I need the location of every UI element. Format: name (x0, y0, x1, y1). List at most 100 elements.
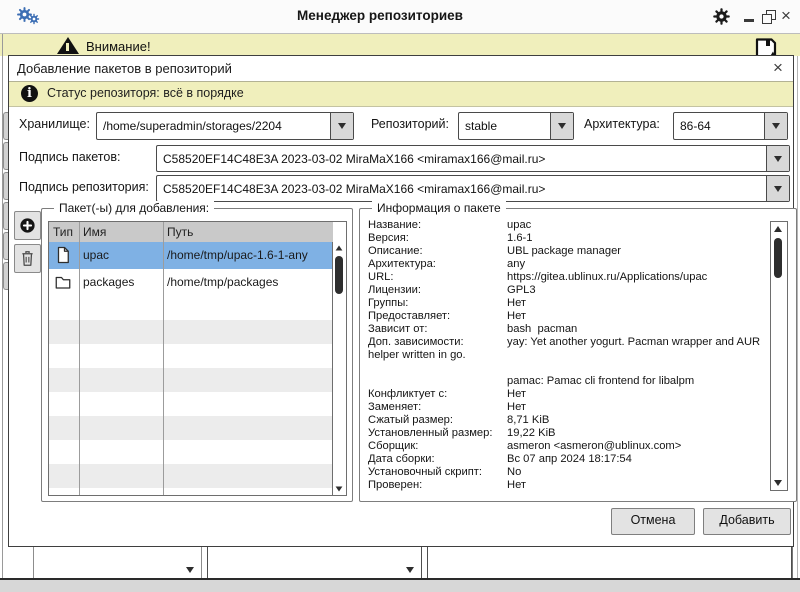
package-path: /home/tmp/upac-1.6-1-any (167, 248, 308, 262)
package-name: packages (83, 275, 134, 289)
info-label: URL: (368, 271, 394, 283)
packages-table-scrollbar[interactable] (332, 242, 346, 495)
packages-group-title: Пакет(-ы) для добавления: (54, 201, 214, 215)
architecture-value: 86-64 (680, 119, 711, 133)
repository-sign-value: C58520EF14C48E3A 2023-03-02 MiraMaX166 <… (163, 182, 545, 196)
info-row: pamac: Pamac cli frontend for libalpm (360, 375, 770, 388)
window-titlebar: Менеджер репозиториев × (0, 0, 800, 34)
chevron-down-icon (772, 123, 780, 129)
info-row: URL: https://gitea.ublinux.ru/Application… (360, 271, 770, 284)
table-row[interactable]: upac/home/tmp/upac-1.6-1-any (49, 242, 333, 269)
info-row: Группы:Нет (360, 297, 770, 310)
add-packages-dialog: Добавление пакетов в репозиторий × i Ста… (8, 55, 794, 547)
minimize-icon[interactable] (744, 19, 754, 22)
storage-combobox[interactable]: /home/superadmin/storages/2204 (96, 112, 354, 140)
info-row: Заменяет:Нет (360, 401, 770, 414)
packages-sign-dropdown-button[interactable] (766, 146, 789, 171)
add-button[interactable]: Добавить (703, 508, 791, 535)
packages-groupbox: Пакет(-ы) для добавления: Тип Имя Путь u… (41, 208, 353, 502)
info-value: No (507, 466, 521, 478)
info-value: Вс 07 апр 2024 18:17:54 (507, 453, 632, 465)
info-row: Лицензии: GPL3 (360, 284, 770, 297)
background-combobox-1[interactable] (33, 543, 202, 579)
architecture-label: Архитектура: (584, 117, 660, 131)
remove-package-button[interactable] (14, 244, 41, 273)
info-label: Сборщик: (368, 440, 418, 452)
status-text: Статус репозиторя: всё в порядке (47, 86, 244, 100)
cancel-button[interactable]: Отмена (611, 508, 695, 535)
packages-sign-value: C58520EF14C48E3A 2023-03-02 MiraMaX166 <… (163, 152, 545, 166)
info-row: Проверен:Нет (360, 479, 770, 492)
architecture-combobox[interactable]: 86-64 (673, 112, 788, 140)
background-combobox-2[interactable] (207, 543, 422, 579)
folder-icon (54, 273, 72, 291)
info-label: helper written in go. (368, 349, 466, 361)
info-label: Версия: (368, 232, 409, 244)
info-row: Доп. зависимости:yay: Yet another yogurt… (360, 336, 770, 349)
info-label: Лицензии: (368, 284, 421, 296)
dialog-close-icon[interactable]: × (769, 58, 787, 78)
add-package-button[interactable] (14, 211, 41, 240)
warning-triangle-bang (66, 43, 69, 51)
table-empty-rows (49, 296, 333, 495)
info-value: bash pacman (507, 323, 577, 335)
plus-icon (18, 216, 37, 235)
info-value: 8,71 KiB (507, 414, 549, 426)
window-close-icon[interactable]: × (781, 6, 791, 26)
scroll-up-icon[interactable] (336, 245, 343, 250)
info-value: https://gitea.ublinux.ru/Applications/up… (507, 271, 707, 283)
info-row: Конфликтует с: Нет (360, 388, 770, 401)
info-value: asmeron <asmeron@ublinux.com> (507, 440, 681, 452)
packages-sign-combobox[interactable]: C58520EF14C48E3A 2023-03-02 MiraMaX166 <… (156, 145, 790, 172)
settings-gear-icon[interactable] (712, 7, 731, 26)
repository-combobox[interactable]: stable (458, 112, 574, 140)
scroll-down-icon[interactable] (336, 486, 343, 491)
column-separator (163, 222, 164, 495)
info-row: Архитектура:any (360, 258, 770, 271)
packages-sign-label: Подпись пакетов: (19, 150, 120, 164)
info-value: upac (507, 219, 531, 231)
chevron-down-icon (338, 123, 346, 129)
restore-icon[interactable] (762, 14, 772, 24)
repository-dropdown-button[interactable] (550, 113, 573, 139)
info-row: Название: upac (360, 219, 770, 232)
scrollbar-thumb[interactable] (335, 256, 343, 294)
storage-dropdown-button[interactable] (330, 113, 353, 139)
package-info-scrollbar[interactable] (770, 221, 788, 491)
info-label: Название: (368, 219, 421, 231)
status-banner: i Статус репозиторя: всё в порядке (9, 81, 793, 107)
info-label: Описание: (368, 245, 423, 257)
table-row[interactable]: packages/home/tmp/packages (49, 269, 333, 296)
package-info-list: Название:upacВерсия:1.6-1Описание:UBL pa… (360, 209, 796, 501)
scroll-up-icon[interactable] (774, 226, 782, 232)
trash-icon (18, 249, 37, 268)
packages-table-header: Тип Имя Путь (49, 222, 333, 243)
info-value: Нет (507, 310, 526, 322)
info-row (360, 362, 770, 375)
window-right-border-outer (797, 56, 798, 578)
info-value: 19,22 KiB (507, 427, 556, 439)
info-label: Дата сборки: (368, 453, 435, 465)
scrollbar-thumb[interactable] (774, 238, 782, 278)
info-row: Установочный скрипт:No (360, 466, 770, 479)
architecture-dropdown-button[interactable] (764, 113, 787, 139)
info-value: 1.6-1 (507, 232, 533, 244)
info-value: Нет (507, 479, 526, 491)
info-value: GPL3 (507, 284, 536, 296)
info-value: Нет (507, 388, 526, 400)
info-value: Нет (507, 297, 526, 309)
info-label: Установленный размер: (368, 427, 492, 439)
column-header-name: Имя (83, 225, 106, 239)
info-value: Нет (507, 401, 526, 413)
info-row: Предоставляет:Нет (360, 310, 770, 323)
repository-sign-dropdown-button[interactable] (766, 176, 789, 201)
repository-label: Репозиторий: (371, 117, 449, 131)
info-label: Конфликтует с: (368, 388, 447, 400)
package-path: /home/tmp/packages (167, 275, 278, 289)
storage-label: Хранилище: (19, 117, 90, 131)
scroll-down-icon[interactable] (774, 480, 782, 486)
info-row: Зависит от:bash pacman (360, 323, 770, 336)
column-header-type: Тип (53, 225, 73, 239)
info-row: Сжатый размер:8,71 KiB (360, 414, 770, 427)
repository-sign-combobox[interactable]: C58520EF14C48E3A 2023-03-02 MiraMaX166 <… (156, 175, 790, 202)
